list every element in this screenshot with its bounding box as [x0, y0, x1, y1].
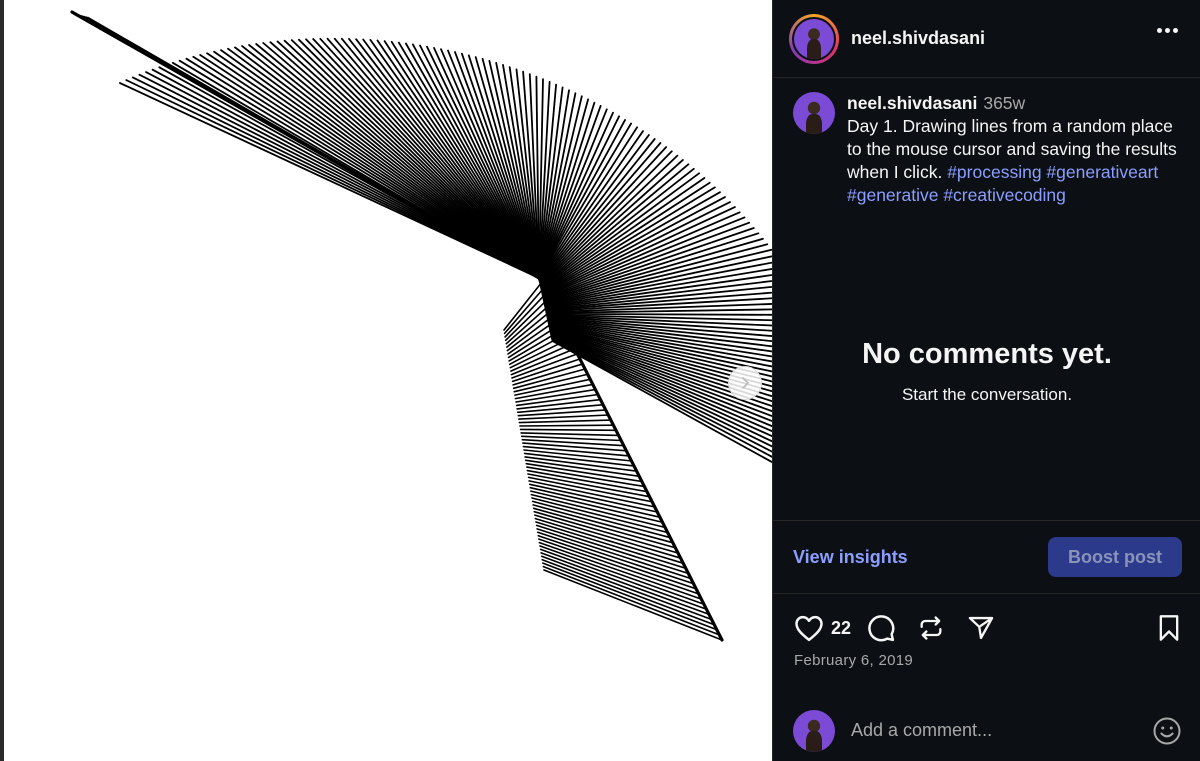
emoji-icon[interactable]	[1151, 715, 1183, 747]
post-header: neel.shivdasani	[773, 0, 1200, 78]
next-image-button[interactable]	[728, 366, 762, 400]
heart-icon[interactable]	[793, 612, 825, 644]
post-date: February 6, 2019	[794, 652, 914, 669]
chevron-right-icon	[742, 377, 749, 389]
author-avatar[interactable]	[794, 18, 834, 59]
caption-timestamp[interactable]: 365w	[983, 93, 1025, 113]
post-side-panel: neel.shivdasani neel.shivdasani 365w Day …	[772, 0, 1200, 761]
empty-comments-state: No comments yet. Start the conversation.	[773, 338, 1200, 405]
header-username[interactable]: neel.shivdasani	[851, 28, 985, 49]
boost-post-button[interactable]: Boost post	[1048, 537, 1182, 577]
post-caption: neel.shivdasani 365w Day 1. Drawing lines…	[773, 78, 1200, 207]
repost-icon[interactable]	[915, 612, 947, 644]
caption-avatar[interactable]	[793, 92, 835, 134]
caption-username[interactable]: neel.shivdasani	[847, 93, 977, 113]
insights-bar: View insights Boost post	[773, 520, 1200, 594]
like-count[interactable]: 22	[831, 618, 851, 639]
comment-icon[interactable]	[865, 612, 897, 644]
story-ring[interactable]	[789, 13, 839, 64]
no-comments-subtitle: Start the conversation.	[901, 385, 1073, 404]
send-icon[interactable]	[965, 612, 997, 644]
no-comments-title: No comments yet.	[862, 338, 1112, 370]
action-bar: 22	[793, 610, 1185, 646]
current-user-avatar	[793, 709, 835, 752]
post-media[interactable]	[0, 0, 772, 761]
view-insights-link[interactable]: View insights	[793, 547, 908, 568]
more-options-icon[interactable]	[1157, 28, 1178, 33]
add-comment-bar	[773, 700, 1200, 761]
comment-input[interactable]	[851, 720, 1151, 741]
generative-line-artwork	[70, 10, 772, 642]
bookmark-icon[interactable]	[1153, 612, 1185, 644]
